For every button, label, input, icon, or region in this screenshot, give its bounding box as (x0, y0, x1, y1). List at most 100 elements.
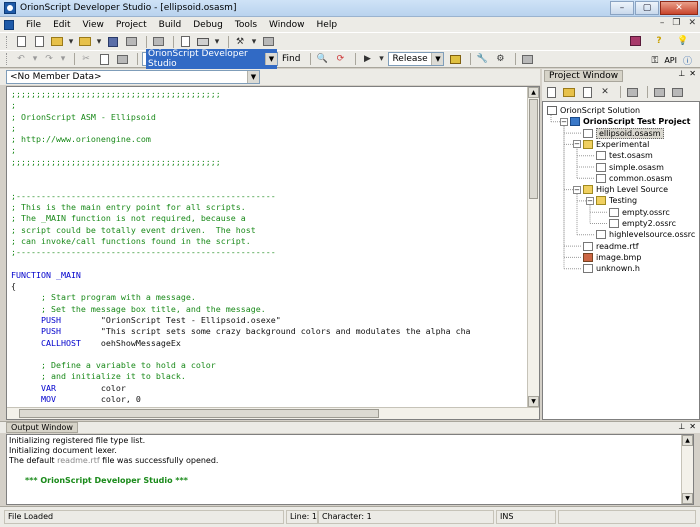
tree-node[interactable]: − High Level Source (573, 184, 668, 195)
code-line[interactable]: ; (11, 123, 529, 134)
save-all-button[interactable] (124, 36, 138, 48)
chevron-down-icon[interactable]: ▼ (265, 53, 277, 65)
menu-file[interactable]: File (20, 20, 47, 30)
build-button[interactable] (448, 53, 462, 65)
cut-button[interactable]: ✂ (79, 53, 93, 65)
code-text[interactable]: ;;;;;;;;;;;;;;;;;;;;;;;;;;;;;;;;;;;;;;;;… (11, 89, 529, 405)
undo-dropdown[interactable]: ▾ (32, 53, 38, 65)
document-icon[interactable] (4, 19, 14, 30)
code-line[interactable]: ;---------------------------------------… (11, 247, 529, 258)
scroll-thumb[interactable] (19, 409, 379, 418)
layout-button[interactable] (520, 53, 534, 65)
code-editor[interactable]: ;;;;;;;;;;;;;;;;;;;;;;;;;;;;;;;;;;;;;;;;… (6, 86, 540, 420)
pin-icon[interactable]: ⊥ (678, 69, 685, 78)
compile-button[interactable]: 🔧 (475, 53, 489, 65)
code-line[interactable]: PUSH "OrionScript Test - Ellipsoid.osexe… (11, 315, 529, 326)
scroll-up-icon[interactable]: ▲ (528, 87, 539, 98)
scroll-thumb[interactable] (529, 99, 538, 199)
replace-button[interactable]: ⟳ (333, 53, 347, 65)
member-combo[interactable]: <No Member Data> ▼ (6, 70, 260, 84)
search-combo[interactable]: OrionScript Developer Studio ▼ (142, 49, 278, 69)
output-vertical-scrollbar[interactable]: ▲ ▼ (681, 435, 693, 504)
code-line[interactable]: VAR color (11, 383, 529, 394)
project-add-button[interactable] (580, 86, 594, 98)
book-button[interactable] (628, 35, 642, 47)
code-line[interactable]: FUNCTION _MAIN (11, 270, 529, 281)
tree-node[interactable]: empty.ossrc (599, 207, 670, 218)
code-line[interactable]: CALLHOST oehShowMessageEx (11, 338, 529, 349)
tree-node[interactable]: unknown.h (573, 263, 640, 274)
code-line[interactable] (11, 349, 529, 360)
scroll-up-icon[interactable]: ▲ (682, 435, 693, 446)
menu-build[interactable]: Build (153, 20, 188, 30)
code-line[interactable]: ; (11, 145, 529, 156)
code-line[interactable]: ; (11, 100, 529, 111)
open-project-button[interactable] (78, 36, 92, 48)
code-line[interactable]: ; This is the main entry point for all s… (11, 202, 529, 213)
collapse-icon[interactable]: − (560, 117, 568, 126)
code-line[interactable]: ; and initialize it to black. (11, 371, 529, 382)
tree-node[interactable]: ellipsoid.osasm (573, 127, 664, 139)
rebuild-button[interactable]: ⚙ (493, 53, 507, 65)
code-line[interactable]: ;;;;;;;;;;;;;;;;;;;;;;;;;;;;;;;;;;;;;;;;… (11, 89, 529, 100)
run-button[interactable]: ▶ (360, 53, 374, 65)
menu-window[interactable]: Window (263, 20, 311, 30)
undo-button[interactable]: ↶ (14, 53, 28, 65)
code-line[interactable]: ; OrionScript ASM - Ellipsoid (11, 112, 529, 123)
new-project-button[interactable] (32, 36, 46, 48)
tree-node[interactable]: − Testing (586, 195, 637, 206)
save-button[interactable] (106, 36, 120, 48)
code-line[interactable]: ; can invoke/call functions found in the… (11, 236, 529, 247)
tree-node[interactable]: highlevelsource.ossrc (586, 229, 695, 240)
tree-node[interactable]: readme.rtf (573, 241, 639, 252)
code-line[interactable]: ;---------------------------------------… (11, 191, 529, 202)
menu-help[interactable]: Help (311, 20, 344, 30)
pane-close-icon[interactable]: ✕ (689, 422, 696, 431)
tools-button[interactable]: ⚒ (233, 36, 247, 48)
code-line[interactable] (11, 179, 529, 190)
api-button[interactable]: API (664, 56, 677, 65)
pin-icon[interactable]: ⊥ (678, 422, 685, 431)
print-button[interactable] (196, 36, 210, 48)
chevron-down-icon[interactable]: ▼ (247, 71, 259, 83)
run-dropdown[interactable]: ▾ (378, 53, 384, 65)
redo-dropdown[interactable]: ▾ (60, 53, 66, 65)
close-button[interactable]: ✕ (660, 1, 698, 15)
tree-node[interactable]: image.bmp (573, 252, 641, 263)
project-view-button[interactable] (652, 86, 666, 98)
maximize-button[interactable]: ▢ (635, 1, 659, 15)
project-open-button[interactable] (562, 86, 576, 98)
info-icon[interactable]: ⓘ (683, 54, 692, 67)
menu-view[interactable]: View (77, 20, 110, 30)
collapse-icon[interactable]: − (586, 196, 594, 205)
mdi-minimize-icon[interactable]: – (660, 18, 665, 28)
open-dropdown[interactable]: ▾ (68, 36, 74, 48)
code-line[interactable]: ; Define a variable to hold a color (11, 360, 529, 371)
open-button[interactable] (50, 36, 64, 48)
tree-node[interactable]: − OrionScript Test Project (560, 116, 690, 127)
find-button[interactable]: Find (282, 54, 300, 64)
open-project-dropdown[interactable]: ▾ (96, 36, 102, 48)
paste-button[interactable] (115, 53, 129, 65)
mdi-restore-icon[interactable]: ❐ (672, 18, 680, 28)
menu-edit[interactable]: Edit (47, 20, 76, 30)
key-icon[interactable]: ⚿ (651, 56, 658, 66)
project-tree[interactable]: OrionScript Solution − OrionScript Test Pr… (542, 101, 700, 420)
help-button[interactable]: ? (652, 35, 666, 47)
properties-button[interactable] (151, 36, 165, 48)
scroll-down-icon[interactable]: ▼ (528, 396, 539, 407)
project-properties-button[interactable] (625, 86, 639, 98)
print-dropdown[interactable]: ▾ (214, 36, 220, 48)
code-line[interactable]: PUSH "This script sets some crazy backgr… (11, 326, 529, 337)
chevron-down-icon[interactable]: ▼ (431, 53, 444, 65)
project-remove-button[interactable]: ✕ (598, 86, 612, 98)
window-button[interactable] (261, 36, 275, 48)
code-line[interactable] (11, 258, 529, 269)
tree-node[interactable]: simple.osasm (586, 162, 664, 173)
project-window-title[interactable]: Project Window (544, 70, 624, 82)
menu-project[interactable]: Project (110, 20, 153, 30)
code-line[interactable]: ;;;;;;;;;;;;;;;;;;;;;;;;;;;;;;;;;;;;;;;;… (11, 157, 529, 168)
mdi-close-icon[interactable]: ✕ (688, 18, 696, 28)
menu-debug[interactable]: Debug (187, 20, 229, 30)
output-window-title[interactable]: Output Window (6, 422, 78, 433)
